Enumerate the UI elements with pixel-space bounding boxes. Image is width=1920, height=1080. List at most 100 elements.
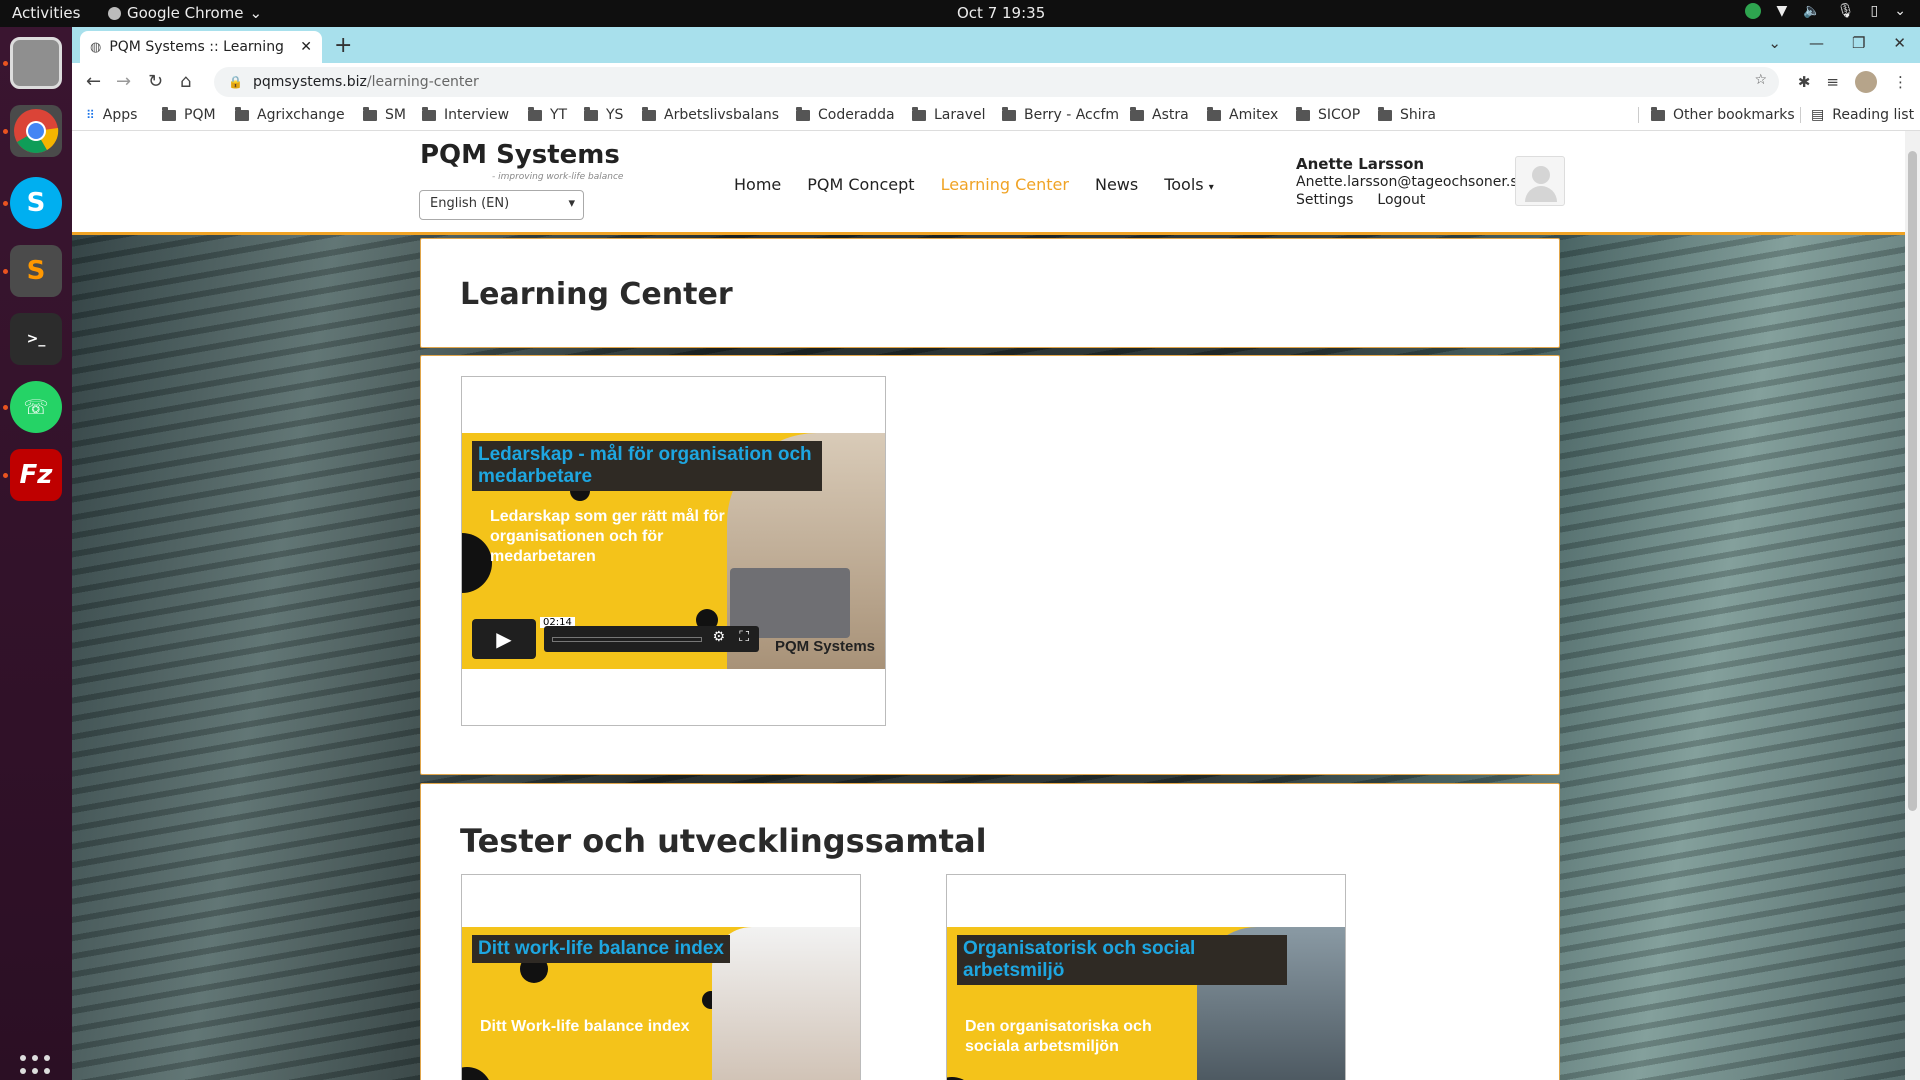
close-tab-icon[interactable]: ✕ bbox=[300, 39, 312, 55]
page-title: Learning Center bbox=[460, 277, 733, 312]
restore-icon[interactable]: ❐ bbox=[1852, 34, 1865, 52]
folder-icon bbox=[1207, 106, 1221, 121]
profile-avatar[interactable] bbox=[1855, 71, 1877, 93]
extensions-icon[interactable]: ✱ bbox=[1798, 73, 1811, 91]
video-thumbnail[interactable]: Organisatorisk och social arbetsmiljö De… bbox=[947, 927, 1345, 1080]
address-bar[interactable]: 🔒 pqmsystems.biz/learning-center ☆ bbox=[214, 67, 1779, 97]
bookmark-folder[interactable]: Berry - Accfm bbox=[1002, 106, 1119, 123]
reading-list-icon: ▤ bbox=[1811, 107, 1825, 123]
forward-icon[interactable]: → bbox=[116, 71, 131, 92]
files-icon[interactable] bbox=[10, 37, 62, 89]
filezilla-icon[interactable]: Fz bbox=[10, 449, 62, 501]
tab-search-icon[interactable]: ⌄ bbox=[1768, 34, 1781, 52]
bookmark-folder[interactable]: Coderadda bbox=[796, 106, 895, 123]
folder-icon bbox=[422, 106, 436, 121]
browser-toolbar: ← → ↻ ⌂ 🔒 pqmsystems.biz/learning-center… bbox=[72, 63, 1920, 101]
bookmark-apps[interactable]: ⠿ Apps bbox=[86, 107, 137, 123]
scrollbar-thumb[interactable] bbox=[1908, 151, 1917, 811]
lock-icon[interactable]: 🔒 bbox=[228, 75, 243, 89]
status-check-icon[interactable] bbox=[1744, 3, 1761, 19]
minimize-icon[interactable]: — bbox=[1809, 34, 1824, 52]
caret-down-icon: ▾ bbox=[1208, 182, 1214, 193]
video-thumbnail[interactable]: Ditt work-life balance index Ditt Work-l… bbox=[462, 927, 860, 1080]
whatsapp-icon[interactable]: ☏ bbox=[10, 381, 62, 433]
folder-icon bbox=[912, 106, 926, 121]
video-title: Ledarskap - mål för organisation och med… bbox=[472, 441, 822, 491]
bookmark-folder[interactable]: Astra bbox=[1130, 106, 1189, 123]
control-bar: ⚙ ⛶ bbox=[544, 626, 759, 652]
video-card[interactable]: Organisatorisk och social arbetsmiljö De… bbox=[946, 874, 1346, 1080]
system-tray[interactable]: ▼ 🔈 🎙 ▯ ⌄ bbox=[1744, 3, 1906, 19]
parent-and-baby-image bbox=[712, 927, 860, 1080]
bookmark-folder[interactable]: Agrixchange bbox=[235, 106, 345, 123]
bookmark-folder[interactable]: Amitex bbox=[1207, 106, 1278, 123]
tests-panel: Tester och utvecklingssamtal Ditt work-l… bbox=[420, 783, 1560, 1080]
video-panel: Ledarskap - mål för organisation och med… bbox=[420, 355, 1560, 775]
play-button[interactable]: ▶ bbox=[472, 619, 536, 659]
bookmark-folder[interactable]: Arbetslivsbalans bbox=[642, 106, 779, 123]
terminal-icon[interactable]: >_ bbox=[10, 313, 62, 365]
bookmark-folder[interactable]: YT bbox=[528, 106, 567, 123]
bookmark-folder[interactable]: SM bbox=[363, 106, 406, 123]
chrome-icon[interactable] bbox=[10, 105, 62, 157]
folder-icon bbox=[528, 106, 542, 121]
close-window-icon[interactable]: ✕ bbox=[1893, 34, 1906, 52]
reading-list[interactable]: ▤ Reading list bbox=[1800, 107, 1914, 123]
nav-home[interactable]: Home bbox=[734, 175, 781, 194]
settings-gear-icon[interactable]: ⚙ bbox=[712, 629, 725, 645]
video-card[interactable]: Ditt work-life balance index Ditt Work-l… bbox=[461, 874, 861, 1080]
toolbar-actions: ✱ ≡ ⋮ bbox=[1798, 71, 1908, 93]
player-controls: ▶ ⚙ ⛶ bbox=[472, 619, 759, 659]
bookmark-folder[interactable]: Shira bbox=[1378, 106, 1436, 123]
user-email: Anette.larsson@tageochsoner.se bbox=[1296, 174, 1527, 190]
settings-link[interactable]: Settings bbox=[1296, 191, 1353, 209]
nav-news[interactable]: News bbox=[1095, 175, 1138, 194]
site-logo[interactable]: PQM Systems bbox=[420, 140, 620, 170]
show-applications-icon[interactable] bbox=[20, 1055, 52, 1080]
menu-icon[interactable]: ⋮ bbox=[1893, 73, 1908, 91]
folder-icon bbox=[642, 106, 656, 121]
folder-icon bbox=[363, 106, 377, 121]
user-info: Anette Larsson Anette.larsson@tageochson… bbox=[1296, 155, 1526, 209]
bookmark-folder[interactable]: Interview bbox=[422, 106, 509, 123]
media-controls-icon[interactable]: ≡ bbox=[1826, 73, 1839, 91]
web-page: PQM Systems - improving work-life balanc… bbox=[72, 131, 1920, 1080]
nav-pqm-concept[interactable]: PQM Concept bbox=[807, 175, 914, 194]
logout-link[interactable]: Logout bbox=[1377, 191, 1425, 209]
decor-dot bbox=[462, 1067, 492, 1080]
fullscreen-icon[interactable]: ⛶ bbox=[739, 629, 749, 645]
language-select[interactable]: English (EN) bbox=[419, 190, 584, 220]
bookmark-star-icon[interactable]: ☆ bbox=[1754, 72, 1767, 88]
new-tab-button[interactable]: + bbox=[334, 33, 352, 58]
skype-icon[interactable]: S bbox=[10, 177, 62, 229]
main-nav: Home PQM Concept Learning Center News To… bbox=[734, 175, 1214, 194]
volume-icon: 🔈 bbox=[1803, 3, 1821, 19]
back-icon[interactable]: ← bbox=[86, 71, 101, 92]
nav-learning-center[interactable]: Learning Center bbox=[941, 175, 1069, 194]
reload-icon[interactable]: ↻ bbox=[148, 71, 163, 92]
video-card[interactable]: Ledarskap - mål för organisation och med… bbox=[461, 376, 886, 726]
user-avatar[interactable] bbox=[1515, 156, 1565, 206]
nav-tools[interactable]: Tools ▾ bbox=[1164, 175, 1214, 194]
home-icon[interactable]: ⌂ bbox=[180, 71, 191, 92]
microphone-icon: 🎙 bbox=[1836, 3, 1855, 19]
app-menu[interactable]: Google Chrome ⌄ bbox=[108, 4, 262, 22]
bookmark-folder[interactable]: SICOP bbox=[1296, 106, 1360, 123]
bookmark-folder[interactable]: Laravel bbox=[912, 106, 986, 123]
url-host: pqmsystems.biz bbox=[252, 74, 367, 90]
page-scrollbar[interactable] bbox=[1905, 131, 1920, 1080]
browser-tab[interactable]: ◍ PQM Systems :: Learning ✕ bbox=[80, 31, 322, 63]
section-title: Tester och utvecklingssamtal bbox=[460, 822, 987, 860]
video-title: Organisatorisk och social arbetsmiljö bbox=[957, 935, 1287, 985]
activities-button[interactable]: Activities bbox=[12, 4, 80, 22]
bookmark-folder[interactable]: PQM bbox=[162, 106, 216, 123]
other-bookmarks[interactable]: Other bookmarks bbox=[1638, 106, 1795, 123]
folder-icon bbox=[1002, 106, 1016, 121]
folder-icon bbox=[1651, 106, 1665, 121]
seek-bar[interactable] bbox=[552, 637, 702, 642]
bookmark-folder[interactable]: YS bbox=[584, 106, 623, 123]
video-player[interactable]: Ledarskap - mål för organisation och med… bbox=[462, 433, 885, 669]
sublime-text-icon[interactable]: S bbox=[10, 245, 62, 297]
video-title: Ditt work-life balance index bbox=[472, 935, 730, 963]
clock[interactable]: Oct 7 19:35 bbox=[957, 4, 1045, 22]
